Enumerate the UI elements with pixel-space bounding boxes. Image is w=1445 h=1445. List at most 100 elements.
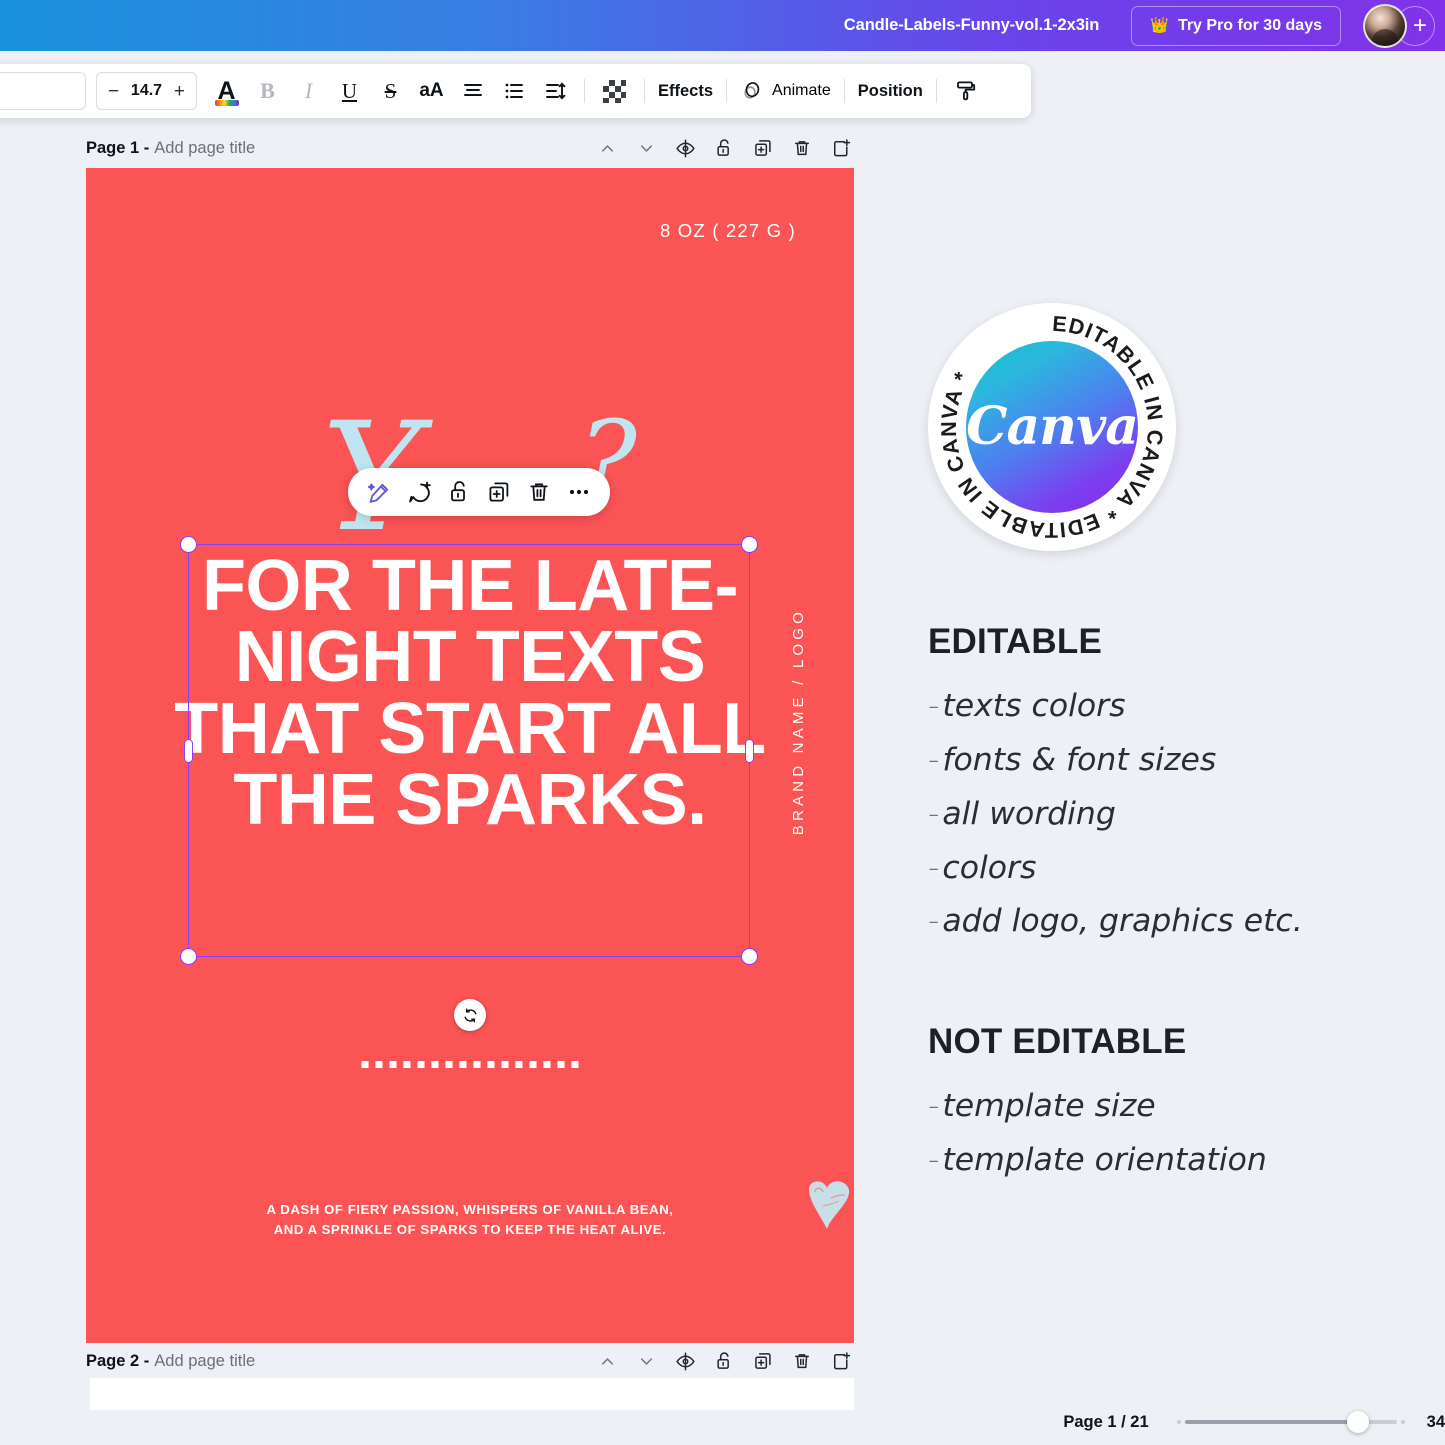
list-item: -all wording (928, 788, 1398, 842)
editable-heading: EDITABLE (928, 622, 1103, 661)
font-size-decrease-button[interactable]: − (108, 82, 119, 101)
zoom-slider-fill (1184, 1420, 1361, 1424)
description-text[interactable]: A DASH OF FIERY PASSION, WHISPERS OF VAN… (86, 1200, 854, 1239)
italic-button[interactable]: I (288, 71, 329, 112)
toolbar-divider (584, 79, 585, 103)
try-pro-button[interactable]: 👑 Try Pro for 30 days (1131, 5, 1341, 46)
move-page2-down-button[interactable] (633, 1348, 659, 1374)
animate-button[interactable]: Animate (736, 80, 835, 103)
underline-button[interactable]: U (329, 71, 370, 112)
document-title: Candle-Labels-Funny-vol.1-2x3in (843, 16, 1100, 34)
text-toolbar: − 14.7 + A B I U S aA Effects Animate Po… (0, 64, 1031, 118)
lock-page2-icon[interactable] (711, 1348, 737, 1374)
duplicate-page2-icon[interactable] (750, 1348, 776, 1374)
editable-section: EDITABLE -texts colors -fonts & font siz… (928, 622, 1398, 949)
bullet-dash: - (928, 1141, 940, 1178)
font-size-increase-button[interactable]: + (174, 82, 185, 101)
add-page2-icon[interactable] (828, 1348, 854, 1374)
avatar[interactable] (1363, 3, 1407, 48)
delete-page-icon[interactable] (789, 135, 815, 161)
weight-text[interactable]: 8 OZ ( 227 G ) (660, 220, 796, 242)
list-item: -texts colors (928, 680, 1398, 734)
text-color-button[interactable]: A (206, 71, 247, 112)
zoom-value[interactable]: 34 (1427, 1413, 1445, 1432)
zoom-slider[interactable] (1176, 1411, 1405, 1433)
zoom-slider-knob[interactable] (1346, 1411, 1369, 1433)
canva-logo-circle: Canva (966, 341, 1139, 513)
more-options-icon[interactable] (561, 474, 597, 510)
heart-icon[interactable] (801, 1176, 854, 1234)
bullet-dash: - (928, 849, 940, 886)
add-page-icon[interactable] (828, 135, 854, 161)
list-item: -template orientation (928, 1134, 1398, 1188)
bullet-dash: - (928, 688, 940, 724)
bullet-list-icon[interactable] (493, 71, 534, 112)
text-align-icon[interactable] (452, 71, 493, 112)
list-item: -colors (928, 842, 1398, 896)
headline-text[interactable]: FOR THE LATE-NIGHT TEXTS THAT START ALL … (134, 550, 806, 836)
editable-in-canva-badge: EDITABLE IN CANVA * EDITABLE IN CANVA * … (928, 303, 1176, 551)
list-item: -fonts & font sizes (928, 734, 1398, 788)
paint-roller-icon[interactable] (946, 71, 987, 112)
letter-case-button[interactable]: aA (411, 71, 452, 112)
move-page-down-button[interactable] (633, 135, 659, 161)
list-item-label: add logo, graphics etc. (942, 903, 1303, 940)
try-pro-label: Try Pro for 30 days (1177, 16, 1322, 34)
delete-icon[interactable] (521, 474, 557, 510)
not-editable-section: NOT EDITABLE -template size -template or… (928, 1022, 1398, 1188)
comment-add-icon[interactable] (401, 474, 437, 510)
hide-page-icon[interactable] (672, 135, 698, 161)
color-swatch-icon (214, 99, 239, 106)
bullet-dash: - (928, 903, 940, 940)
position-button[interactable]: Position (854, 82, 927, 101)
page-1-title-input[interactable]: Add page title (154, 139, 255, 158)
animate-icon (744, 81, 760, 99)
lock-icon[interactable] (441, 474, 477, 510)
font-family-select[interactable] (0, 72, 86, 110)
list-item-label: colors (942, 849, 1037, 886)
list-item-label: all wording (942, 795, 1116, 832)
move-page2-up-button[interactable] (594, 1348, 620, 1374)
bullet-dash: - (928, 741, 940, 778)
status-bar: Page 1 / 21 34 (0, 1399, 1445, 1445)
bullet-dash: - (928, 1088, 940, 1124)
page-header-1: Page 1 - Add page title (86, 131, 854, 165)
toolbar-divider (644, 79, 645, 103)
toolbar-divider (935, 79, 937, 103)
move-page-up-button[interactable] (594, 135, 620, 161)
page-2-title-input[interactable]: Add page title (154, 1352, 255, 1371)
strikethrough-button[interactable]: S (370, 71, 411, 112)
effects-button[interactable]: Effects (654, 82, 717, 101)
duplicate-icon[interactable] (481, 474, 517, 510)
list-item-label: template orientation (942, 1141, 1267, 1178)
canva-wordmark: Canva (966, 396, 1139, 457)
toolbar-divider (843, 79, 845, 103)
bold-label: B (260, 78, 275, 103)
not-editable-heading: NOT EDITABLE (928, 1022, 1187, 1061)
list-item-label: fonts & font sizes (942, 741, 1217, 778)
duplicate-page-icon[interactable] (750, 135, 776, 161)
font-size-stepper: − 14.7 + (96, 72, 197, 110)
magic-edit-icon[interactable] (361, 474, 397, 510)
page-indicator[interactable]: Page 1 / 21 (1063, 1413, 1148, 1432)
bold-button[interactable]: B (247, 71, 288, 112)
strikethrough-label: S (384, 78, 397, 103)
line-spacing-icon[interactable] (534, 71, 575, 112)
delete-page2-icon[interactable] (789, 1348, 815, 1374)
italic-label: I (304, 78, 313, 103)
font-size-value[interactable]: 14.7 (131, 82, 162, 100)
underline-label: U (341, 78, 358, 103)
list-item-label: template size (942, 1088, 1156, 1124)
design-canvas[interactable]: 8 OZ ( 227 G ) BRAND NAME / LOGO Y ? FOR… (86, 168, 854, 1343)
bullet-dash: - (928, 795, 940, 832)
zoom-slider-tick-min (1176, 1420, 1181, 1424)
hide-page2-icon[interactable] (672, 1348, 698, 1374)
rotate-handle[interactable] (454, 999, 486, 1031)
ellipsis-icon (569, 489, 589, 495)
transparency-icon[interactable] (594, 71, 635, 112)
element-context-toolbar (348, 468, 610, 516)
page-2-number: Page 2 - (86, 1351, 150, 1370)
animate-label: Animate (772, 82, 831, 99)
list-item: -add logo, graphics etc. (928, 895, 1398, 949)
lock-page-icon[interactable] (711, 135, 737, 161)
